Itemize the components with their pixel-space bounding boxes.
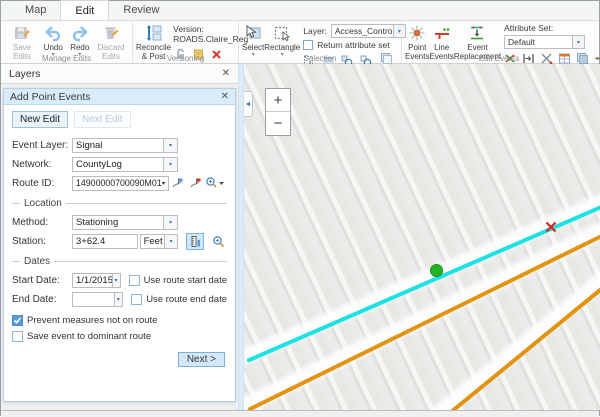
start-date-dropdown-icon[interactable]: ▾	[113, 273, 121, 288]
network-dropdown-icon[interactable]: ▾	[164, 157, 178, 172]
route-id-dropdown-icon[interactable]: ▾	[162, 180, 165, 187]
group-label-versioning: Versioning	[133, 54, 238, 63]
group-manage-edits: Save Edits Undo ▾ Redo ▾ Discard Edits M…	[1, 21, 133, 63]
method-dropdown-icon[interactable]: ▾	[164, 215, 178, 230]
prevent-measures-checkbox[interactable]	[12, 315, 23, 326]
collapse-left-icon: ◄	[245, 101, 252, 108]
method-label: Method:	[12, 217, 72, 228]
map-zoom-control: + −	[265, 88, 291, 136]
attribute-set-label: Attribute Set:	[504, 23, 600, 33]
use-route-start-date-checkbox[interactable]	[129, 275, 140, 286]
event-replacement-icon	[468, 24, 486, 42]
end-date-label: End Date:	[12, 294, 72, 305]
new-edit-button[interactable]: New Edit	[12, 111, 68, 128]
station-location-marker	[544, 220, 558, 234]
group-versioning: Reconcile & Post Version: ROADS.Claire_R…	[133, 21, 239, 63]
zoom-out-button[interactable]: −	[266, 112, 290, 135]
network-label: Network:	[12, 159, 72, 170]
add-point-events-header: Add Point Events ✕	[4, 89, 235, 105]
ribbon-tab-bar: Map Edit Review	[1, 1, 599, 21]
road-surface	[421, 266, 600, 410]
zoom-to-station-icon[interactable]	[210, 233, 227, 250]
network-value[interactable]: CountyLog	[72, 157, 164, 172]
method-value[interactable]: Stationing	[72, 215, 164, 230]
layers-pane-header: Layers ✕	[1, 64, 238, 84]
rectangle-select-icon	[273, 24, 291, 42]
use-route-end-date-checkbox[interactable]	[131, 294, 142, 305]
group-label-edit-events: Edit Events	[402, 54, 596, 63]
new-point-event-marker[interactable]	[430, 264, 443, 277]
select-route-on-map-icon[interactable]	[169, 175, 186, 192]
end-date-dropdown-icon[interactable]: ▾	[115, 292, 124, 307]
app-window: Map Edit Review Save Edits Undo ▾ Redo ▾	[0, 0, 600, 416]
station-input[interactable]: 3+62.4	[72, 234, 138, 249]
map-view[interactable]: + − ◄	[244, 64, 600, 410]
station-label: Station:	[12, 236, 72, 247]
tab-edit[interactable]: Edit	[60, 0, 109, 20]
location-section-separator: Location	[12, 198, 227, 209]
version-label: Version:	[173, 24, 248, 34]
station-unit-value[interactable]: Feet	[140, 234, 165, 249]
zoom-in-button[interactable]: +	[266, 89, 290, 112]
line-events-icon	[433, 24, 451, 42]
point-events-icon	[408, 24, 426, 42]
group-label-selection: Selection	[239, 54, 401, 63]
undo-icon	[44, 24, 62, 42]
station-unit-dropdown-icon[interactable]: ▾	[165, 234, 178, 249]
group-edit-events: Point Events Line Events Event Replaceme…	[402, 21, 596, 63]
event-layer-dropdown-icon[interactable]: ▾	[164, 138, 178, 153]
left-dock-pane: Layers ✕ Add Point Events ✕ New Edit Nex…	[1, 64, 238, 410]
next-edit-button[interactable]: Next Edit	[74, 111, 131, 128]
save-to-dominant-route-checkbox[interactable]	[12, 331, 23, 342]
ribbon: Save Edits Undo ▾ Redo ▾ Discard Edits M…	[1, 21, 599, 64]
start-date-label: Start Date:	[12, 275, 72, 286]
group-label-manage-edits: Manage Edits	[1, 54, 132, 63]
layers-close-icon[interactable]: ✕	[222, 68, 230, 79]
route-id-label: Route ID:	[12, 178, 72, 189]
add-point-events-title: Add Point Events	[10, 91, 221, 103]
event-layer-value[interactable]: Signal	[72, 138, 164, 153]
layer-label: Layer:	[303, 26, 327, 36]
pick-station-on-map-button[interactable]	[186, 233, 203, 250]
rectangle-select-button[interactable]: Rectangle ▾	[264, 23, 300, 58]
redo-button[interactable]: Redo ▾	[67, 23, 94, 58]
save-edits-icon	[13, 24, 31, 42]
select-button[interactable]: Select ▾	[242, 23, 264, 58]
attribute-set-combobox[interactable]: Default ▾	[504, 35, 600, 49]
add-point-events-panel: Add Point Events ✕ New Edit Next Edit Ev…	[3, 88, 236, 402]
add-point-events-close-icon[interactable]: ✕	[221, 91, 229, 102]
select-route-flag-icon[interactable]	[186, 175, 203, 192]
select-icon	[244, 24, 262, 42]
end-date-input[interactable]	[72, 292, 115, 307]
attribute-set-dropdown-icon[interactable]: ▾	[572, 35, 585, 49]
zoom-to-route-button[interactable]	[204, 175, 227, 192]
group-selection: Select ▾ Rectangle ▾ Layer: Access_Contr…	[239, 21, 402, 63]
layer-combobox[interactable]: Access_Control ▾	[331, 24, 406, 38]
discard-edits-icon	[102, 24, 120, 42]
version-value: ROADS.Claire_Reg	[173, 34, 248, 44]
layers-pane-title: Layers	[9, 68, 222, 80]
reconcile-post-icon	[145, 24, 163, 42]
collapse-pane-button[interactable]: ◄	[244, 91, 253, 117]
event-layer-label: Event Layer:	[12, 140, 72, 151]
route-id-input[interactable]: 14900000700090M01 ▾	[72, 176, 169, 191]
next-button[interactable]: Next >	[178, 352, 225, 367]
dates-section-separator: Dates	[12, 256, 227, 267]
redo-icon	[71, 24, 89, 42]
return-attribute-set-checkbox[interactable]	[303, 40, 313, 50]
undo-button[interactable]: Undo ▾	[40, 23, 67, 58]
tab-review[interactable]: Review	[109, 0, 173, 20]
tab-map[interactable]: Map	[11, 0, 60, 20]
start-date-input[interactable]: 1/1/2015	[72, 273, 113, 288]
road-surface	[244, 216, 600, 410]
